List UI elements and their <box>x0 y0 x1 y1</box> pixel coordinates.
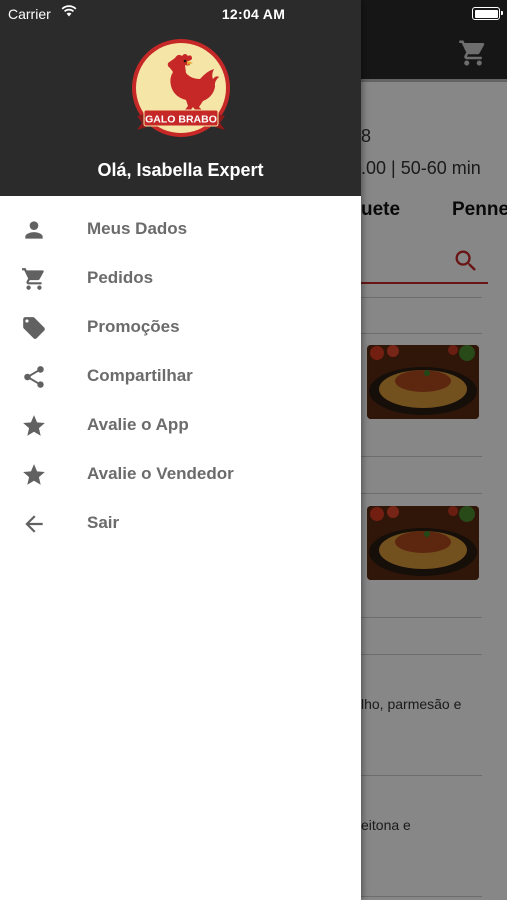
cart-icon <box>22 268 44 290</box>
menu-item-compartilhar[interactable]: Compartilhar <box>0 352 361 401</box>
menu-item-label: Avalie o App <box>87 415 189 434</box>
galo-brabo-logo: GALO BRABO <box>132 39 230 137</box>
user-greeting: Olá, Isabella Expert <box>97 160 264 180</box>
menu-item-label: Meus Dados <box>87 219 188 238</box>
logo-wordmark: GALO BRABO <box>145 114 217 126</box>
status-time: 12:04 AM <box>221 6 286 22</box>
menu-item-sair[interactable]: Sair <box>0 499 361 548</box>
menu-item-label: Sair <box>87 513 120 532</box>
drawer-menu: Meus Dados Pedidos Promoções Compartilha… <box>0 205 361 548</box>
person-icon <box>25 221 43 239</box>
status-bar: Carrier 12:04 AM <box>0 0 507 28</box>
star-icon <box>23 464 45 485</box>
star-icon <box>23 415 45 436</box>
menu-item-label: Promoções <box>87 317 180 336</box>
menu-item-avalie-o-vendedor[interactable]: Avalie o Vendedor <box>0 450 361 499</box>
menu-item-avalie-o-app[interactable]: Avalie o App <box>0 401 361 450</box>
menu-item-label: Avalie o Vendedor <box>87 464 234 483</box>
arrow-back-icon <box>25 515 43 533</box>
menu-item-label: Pedidos <box>87 268 154 287</box>
menu-item-meus-dados[interactable]: Meus Dados <box>0 205 361 254</box>
navigation-drawer: GALO BRABO Olá, Isabella Expert Meus Dad… <box>0 0 361 900</box>
drawer-header: GALO BRABO Olá, Isabella Expert <box>0 0 361 196</box>
menu-item-pedidos[interactable]: Pedidos <box>0 254 361 303</box>
menu-item-promocoes[interactable]: Promoções <box>0 303 361 352</box>
share-icon <box>24 366 44 388</box>
battery-icon <box>472 7 503 20</box>
menu-item-label: Compartilhar <box>87 366 193 385</box>
tag-icon <box>23 317 45 339</box>
